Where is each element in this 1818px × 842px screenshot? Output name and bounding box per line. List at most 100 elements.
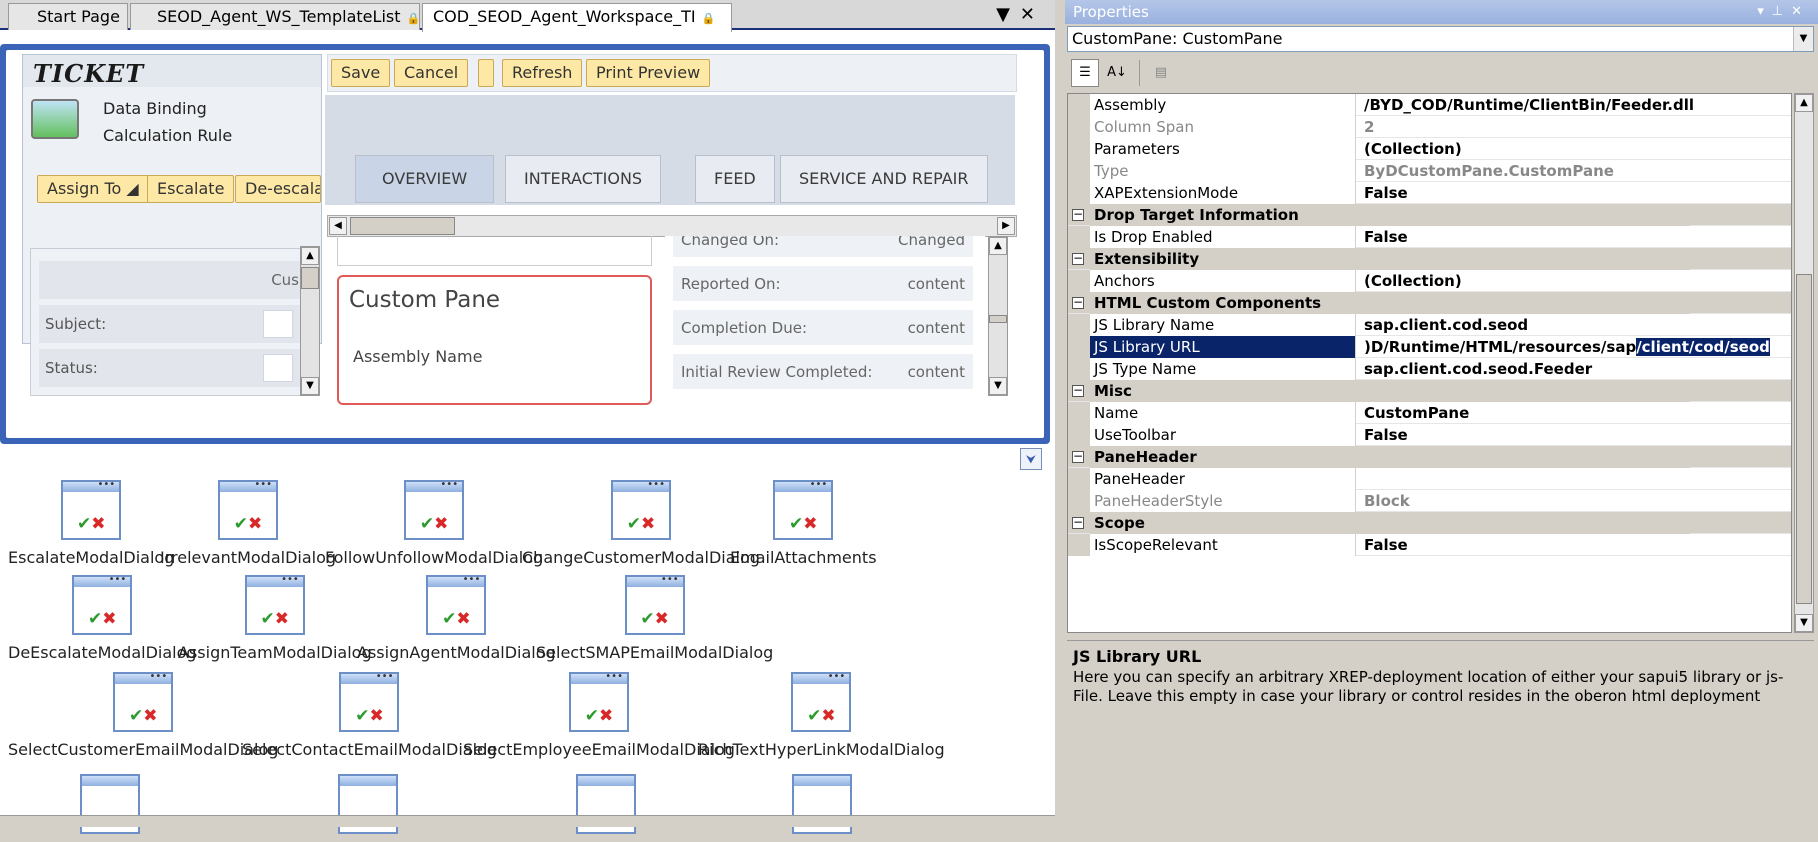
vertical-scrollbar[interactable]: ▲ ▼ [988, 236, 1008, 396]
property-value[interactable]: False [1358, 534, 1788, 556]
modal-dialog-item-partial[interactable] [576, 774, 636, 842]
property-value[interactable]: (Collection) [1358, 138, 1788, 160]
scroll-up-icon[interactable]: ▲ [301, 247, 319, 265]
alphabetical-sort-icon[interactable]: A↓ [1103, 59, 1131, 87]
modal-dialog-item[interactable]: ••• ✔✖ RichTextHyperLinkModalDialog [698, 671, 945, 759]
tab-interactions[interactable]: INTERACTIONS [505, 155, 662, 203]
property-value[interactable]: False [1358, 182, 1788, 204]
scroll-down-icon[interactable]: ▼ [1795, 614, 1813, 632]
collapse-box-icon[interactable]: − [1072, 296, 1084, 309]
property-row[interactable]: Is Drop Enabled False [1068, 226, 1791, 248]
collapse-box-icon[interactable]: − [1072, 208, 1084, 221]
print-preview-button[interactable]: Print Preview [586, 59, 711, 87]
property-grid-scrollbar[interactable]: ▲ ▼ [1794, 93, 1814, 633]
modal-dialog-item-partial[interactable] [792, 774, 852, 842]
collapse-box-icon[interactable]: − [1072, 252, 1084, 265]
property-value[interactable] [1358, 468, 1788, 490]
chevron-down-icon[interactable]: ▼ [1793, 27, 1813, 51]
tab-cod-seod-agent-workspace[interactable]: COD_SEOD_Agent_Workspace_TI 🔒 [422, 3, 732, 32]
tab-feed[interactable]: FEED [695, 155, 775, 203]
collapse-box-icon[interactable]: − [1072, 450, 1084, 463]
property-value[interactable]: sap.client.cod.seod [1358, 314, 1788, 336]
modal-dialog-item[interactable]: ••• ✔✖ FollowUnfollowModalDialog [325, 479, 543, 567]
modal-dialog-item-partial[interactable] [338, 774, 398, 842]
scroll-right-icon[interactable]: ▶ [997, 217, 1015, 235]
scrollbar-thumb[interactable] [1796, 274, 1812, 604]
modal-dialog-item[interactable]: ••• ✔✖ SelectEmployeeEmailModalDialog [463, 671, 735, 759]
property-category-row[interactable]: − Scope [1068, 512, 1791, 534]
property-pages-icon[interactable]: ▤ [1147, 59, 1175, 87]
scroll-up-icon[interactable]: ▲ [1795, 94, 1813, 112]
scrollbar-thumb[interactable] [301, 267, 319, 289]
refresh-button[interactable]: Refresh [502, 59, 583, 87]
scroll-down-icon[interactable]: ▼ [301, 377, 319, 395]
calculation-rule-label[interactable]: Calculation Rule [103, 126, 232, 145]
property-value[interactable]: /BYD_COD/Runtime/ClientBin/Feeder.dll [1358, 94, 1788, 116]
object-selector[interactable]: CustomPane: CustomPane ▼ [1067, 26, 1814, 52]
property-row[interactable]: Name CustomPane [1068, 402, 1791, 424]
modal-dialog-item[interactable]: ••• ✔✖ ChangeCustomerModalDialog [522, 479, 760, 567]
modal-dialog-item[interactable]: ••• ✔✖ AssignAgentModalDialog [357, 574, 556, 662]
modal-dialog-item[interactable]: ••• ✔✖ SelectCustomerEmailModalDialog [8, 671, 278, 759]
property-value[interactable]: sap.client.cod.seod.Feeder [1358, 358, 1788, 380]
subject-input[interactable] [263, 310, 293, 338]
close-tab-icon[interactable]: ✕ [1020, 4, 1045, 25]
escalate-button[interactable]: Escalate [147, 175, 235, 203]
property-value[interactable]: ByDCustomPane.CustomPane [1358, 160, 1788, 182]
tab-list-dropdown-icon[interactable]: ▼ [996, 4, 1020, 25]
panel-splitter[interactable] [1055, 0, 1065, 827]
blank-button[interactable] [478, 59, 494, 87]
modal-dialog-item[interactable]: ••• ✔✖ DeEscalateModalDialog [8, 574, 197, 662]
close-icon[interactable]: ✕ [1791, 4, 1810, 19]
property-row[interactable]: PaneHeader [1068, 468, 1791, 490]
property-row[interactable]: Parameters (Collection) [1068, 138, 1791, 160]
modal-dialog-item[interactable]: ••• ✔✖ EmailAttachments [730, 479, 877, 567]
horizontal-scrollbar[interactable]: ◀ ▶ [327, 215, 1017, 237]
property-value[interactable]: False [1358, 424, 1788, 446]
cancel-button[interactable]: Cancel [394, 59, 469, 87]
property-row[interactable]: Assembly/BYD_COD/Runtime/ClientBin/Feede… [1068, 94, 1791, 116]
tab-service-and-repair[interactable]: SERVICE AND REPAIR [780, 155, 988, 203]
property-value[interactable]: )D/Runtime/HTML/resources/sap/client/cod… [1358, 336, 1788, 358]
property-value[interactable]: 2 [1358, 116, 1788, 138]
modal-dialog-item[interactable]: ••• ✔✖ SelectContactEmailModalDialog [242, 671, 497, 759]
tab-overview[interactable]: OVERVIEW [355, 155, 495, 203]
status-input[interactable] [263, 354, 293, 382]
property-row[interactable]: Column Span 2 [1068, 116, 1791, 138]
scroll-left-icon[interactable]: ◀ [329, 217, 347, 235]
property-category-row[interactable]: − HTML Custom Components [1068, 292, 1791, 314]
panel-options-icon[interactable]: ▾ [1757, 4, 1772, 19]
scrollbar-thumb[interactable] [350, 217, 455, 235]
collapse-box-icon[interactable]: − [1072, 384, 1084, 397]
data-binding-label[interactable]: Data Binding [103, 99, 207, 118]
property-value[interactable]: Block [1358, 490, 1788, 512]
property-row[interactable]: Type ByDCustomPane.CustomPane [1068, 160, 1791, 182]
vertical-scrollbar[interactable]: ▲ ▼ [300, 246, 320, 396]
save-button[interactable]: Save [331, 59, 391, 87]
property-value[interactable]: CustomPane [1358, 402, 1788, 424]
modal-dialog-item-partial[interactable] [80, 774, 140, 842]
modal-dialog-item[interactable]: ••• ✔✖ AssignTeamModalDialog [178, 574, 372, 662]
modal-dialog-item[interactable]: ••• ✔✖ IrrelevantModalDialog [160, 479, 336, 567]
property-value[interactable]: (Collection) [1358, 270, 1788, 292]
panel-controls[interactable]: ▾⊥✕ [1757, 0, 1810, 24]
modal-dialog-item[interactable]: ••• ✔✖ SelectSMAPEmailModalDialog [536, 574, 773, 662]
property-row[interactable]: UseToolbar False [1068, 424, 1791, 446]
property-row[interactable]: JS Library URL)D/Runtime/HTML/resources/… [1068, 336, 1791, 358]
property-row[interactable]: JS Type Name sap.client.cod.seod.Feeder [1068, 358, 1791, 380]
custom-pane[interactable]: Custom Pane Assembly Name [337, 275, 652, 405]
property-row[interactable]: Anchors (Collection) [1068, 270, 1791, 292]
property-value[interactable]: False [1358, 226, 1788, 248]
tab-start-page[interactable]: Start Page [8, 3, 128, 30]
property-category-row[interactable]: − PaneHeader [1068, 446, 1791, 468]
collapse-double-chevron-icon[interactable]: ⮟ [1020, 448, 1042, 470]
pin-icon[interactable]: ⊥ [1772, 4, 1791, 19]
categorized-view-icon[interactable]: ☰ [1071, 59, 1099, 87]
scrollbar-thumb[interactable] [989, 315, 1007, 323]
scroll-down-icon[interactable]: ▼ [989, 377, 1007, 395]
scroll-up-icon[interactable]: ▲ [989, 237, 1007, 255]
collapse-box-icon[interactable]: − [1072, 516, 1084, 529]
tab-seod-agent-ws-templatelist[interactable]: SEOD_Agent_WS_TemplateList 🔒 [130, 3, 420, 30]
property-category-row[interactable]: − Drop Target Information [1068, 204, 1791, 226]
property-row[interactable]: XAPExtensionMode False [1068, 182, 1791, 204]
